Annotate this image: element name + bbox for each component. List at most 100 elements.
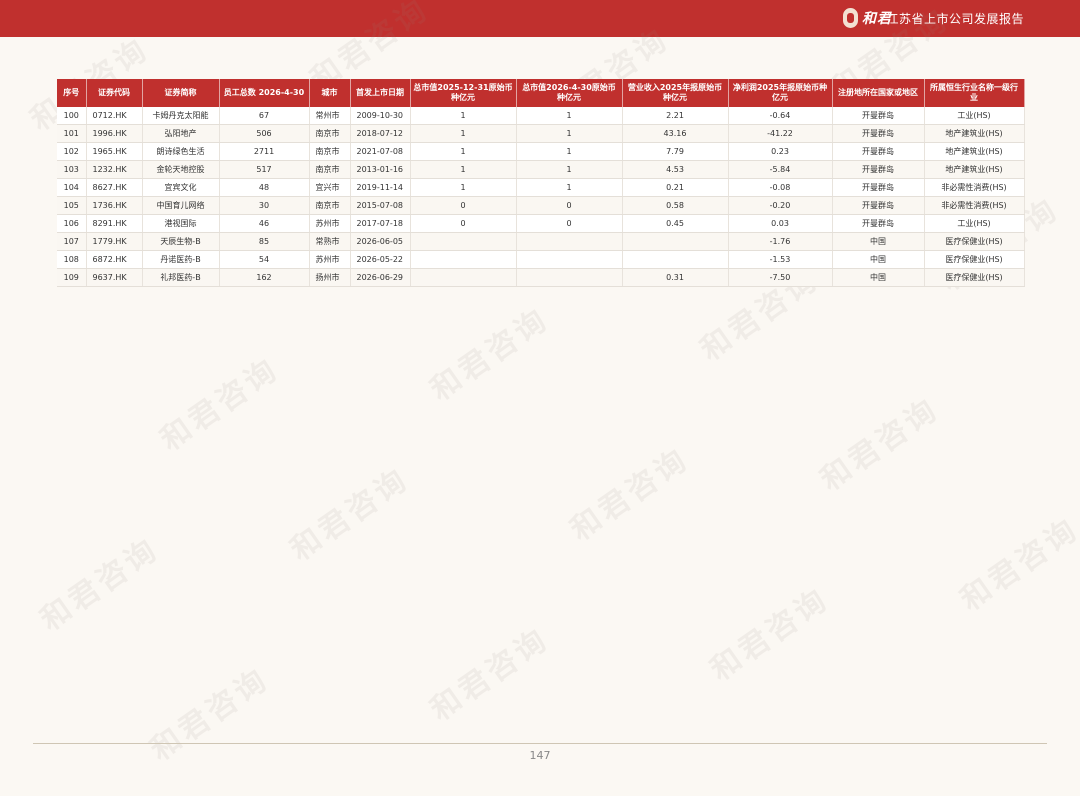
watermark-text: 和君咨询 [284, 461, 416, 569]
column-header: 首发上市日期 [350, 79, 411, 107]
table-cell: 101 [57, 124, 87, 143]
table-cell: 2015-07-08 [350, 196, 411, 215]
watermark-text: 和君咨询 [424, 301, 556, 409]
table-cell: 中国 [832, 232, 925, 251]
table-cell: 517 [219, 160, 310, 179]
table-row: 102 1965.HK 朗诗绿色生活 2711 南京市 2021-07-08 1 1 7.79 0… [57, 142, 1025, 161]
table-cell: 2013-01-16 [350, 160, 411, 179]
report-title: 江苏省上市公司发展报告 [886, 12, 1024, 26]
table-cell: 1965.HK [86, 142, 143, 161]
table-cell: 105 [57, 196, 87, 215]
table-cell: 丹诺医药-B [142, 250, 220, 269]
table-cell: 天辰生物-B [142, 232, 220, 251]
table-cell: -1.53 [728, 250, 833, 269]
table-cell: 102 [57, 142, 87, 161]
table-cell: 108 [57, 250, 87, 269]
table-cell: 6872.HK [86, 250, 143, 269]
table-cell: 朗诗绿色生活 [142, 142, 220, 161]
table-cell: 109 [57, 268, 87, 287]
table-cell: 100 [57, 107, 87, 125]
table-cell: 中国育儿网络 [142, 196, 220, 215]
table-cell: 苏州市 [309, 250, 351, 269]
table-cell: 非必需性消费(HS) [924, 178, 1025, 197]
table-cell: 2026-06-05 [350, 232, 411, 251]
table-cell: 0.23 [728, 142, 833, 161]
table-cell: 开曼群岛 [832, 178, 925, 197]
watermark-text: 和君咨询 [424, 621, 556, 729]
table-cell: 南京市 [309, 142, 351, 161]
table-cell: 地产建筑业(HS) [924, 160, 1025, 179]
table-cell: 地产建筑业(HS) [924, 124, 1025, 143]
column-header: 营业收入2025年报原始币种亿元 [622, 79, 729, 107]
table-cell: 54 [219, 250, 310, 269]
table-body: 100 0712.HK 卡姆丹克太阳能 67 常州市 2009-10-30 1 1 2.21 -0… [57, 107, 1025, 287]
table-cell: 1 [410, 160, 517, 179]
table-cell: 1 [516, 107, 623, 125]
report-header-bar: 和君 江苏省上市公司发展报告 [0, 0, 1080, 37]
company-table-container: 序号 证券代码 证券简称 员工总数 2026-4-30 城市 首发上市日期 总市值2025-… [57, 79, 1025, 287]
table-cell: 162 [219, 268, 310, 287]
watermark-text: 和君咨询 [814, 391, 946, 499]
table-cell: 2026-05-22 [350, 250, 411, 269]
table-cell: 0712.HK [86, 107, 143, 125]
table-cell: -41.22 [728, 124, 833, 143]
table-cell: 工业(HS) [924, 107, 1025, 125]
table-cell: 48 [219, 178, 310, 197]
logo-icon [843, 8, 858, 28]
table-cell [622, 232, 729, 251]
table-cell: -0.64 [728, 107, 833, 125]
table-cell: 非必需性消费(HS) [924, 196, 1025, 215]
table-cell: 卡姆丹克太阳能 [142, 107, 220, 125]
table-cell: 常熟市 [309, 232, 351, 251]
table-row: 108 6872.HK 丹诺医药-B 54 苏州市 2026-05-22 -1.53 中国 医疗… [57, 250, 1025, 269]
table-cell: 107 [57, 232, 87, 251]
table-cell: 中国 [832, 268, 925, 287]
column-header: 总市值2026-4-30原始币种亿元 [516, 79, 623, 107]
table-cell: 中国 [832, 250, 925, 269]
table-cell: -7.50 [728, 268, 833, 287]
company-table: 序号 证券代码 证券简称 员工总数 2026-4-30 城市 首发上市日期 总市值2025-… [57, 79, 1025, 287]
table-cell: 开曼群岛 [832, 107, 925, 125]
table-cell: 弘阳地产 [142, 124, 220, 143]
table-cell [410, 250, 517, 269]
table-cell: 医疗保健业(HS) [924, 268, 1025, 287]
table-cell: 礼邦医药-B [142, 268, 220, 287]
table-cell: 地产建筑业(HS) [924, 142, 1025, 161]
footer-divider [33, 743, 1047, 744]
page-number: 147 [529, 749, 551, 762]
table-row: 101 1996.HK 弘阳地产 506 南京市 2018-07-12 1 1 43.16 -41… [57, 124, 1025, 143]
table-row: 109 9637.HK 礼邦医药-B 162 扬州市 2026-06-29 0.31 -7.5… [57, 268, 1025, 287]
table-cell: 0 [410, 196, 517, 215]
table-cell [516, 250, 623, 269]
column-header: 总市值2025-12-31原始币种亿元 [410, 79, 517, 107]
column-header: 员工总数 2026-4-30 [219, 79, 310, 107]
table-cell: 1 [516, 160, 623, 179]
table-cell: 2018-07-12 [350, 124, 411, 143]
table-cell: 扬州市 [309, 268, 351, 287]
table-cell: 医疗保健业(HS) [924, 232, 1025, 251]
table-row: 105 1736.HK 中国育儿网络 30 南京市 2015-07-08 0 0 0.58 -0.… [57, 196, 1025, 215]
watermark-text: 和君咨询 [704, 581, 836, 689]
table-cell: 1 [516, 178, 623, 197]
table-cell: 9637.HK [86, 268, 143, 287]
table-cell [622, 250, 729, 269]
table-cell: 104 [57, 178, 87, 197]
watermark-text: 和君咨询 [154, 351, 286, 459]
column-header: 证券代码 [86, 79, 143, 107]
table-cell: 工业(HS) [924, 214, 1025, 233]
table-cell: 宜兴市 [309, 178, 351, 197]
table-cell: 苏州市 [309, 214, 351, 233]
table-cell [516, 268, 623, 287]
table-cell: -0.08 [728, 178, 833, 197]
table-cell: 1 [516, 124, 623, 143]
table-cell: 2019-11-14 [350, 178, 411, 197]
table-cell: 2021-07-08 [350, 142, 411, 161]
column-header: 序号 [57, 79, 87, 107]
table-cell: 0.31 [622, 268, 729, 287]
column-header: 所属恒生行业名称一级行业 [924, 79, 1025, 107]
table-cell: 常州市 [309, 107, 351, 125]
table-cell: 0.03 [728, 214, 833, 233]
table-cell: 85 [219, 232, 310, 251]
table-cell: 2026-06-29 [350, 268, 411, 287]
table-cell: 0 [516, 214, 623, 233]
